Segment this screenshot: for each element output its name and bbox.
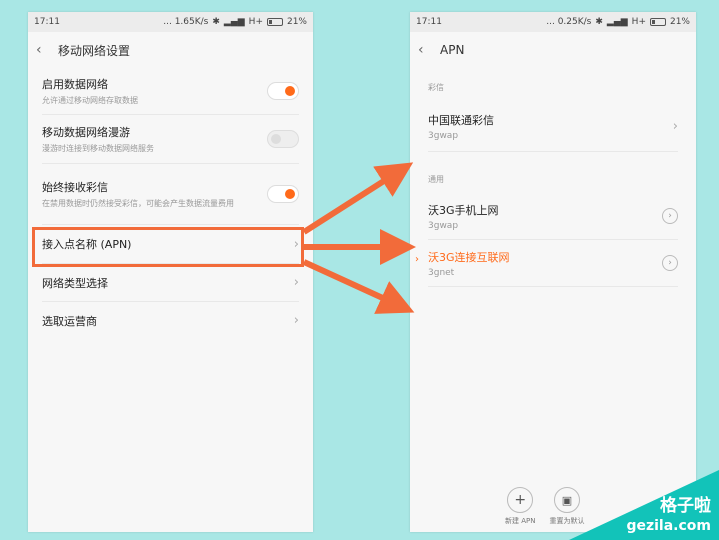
arrow-to-internet — [302, 259, 415, 314]
watermark-logo: 格子啦 gezila.com — [569, 470, 719, 540]
arrow-to-mms — [302, 162, 414, 235]
watermark-url: gezila.com — [626, 518, 711, 534]
watermark-text: 格子啦 — [660, 496, 711, 516]
annotation-arrows — [302, 162, 416, 314]
